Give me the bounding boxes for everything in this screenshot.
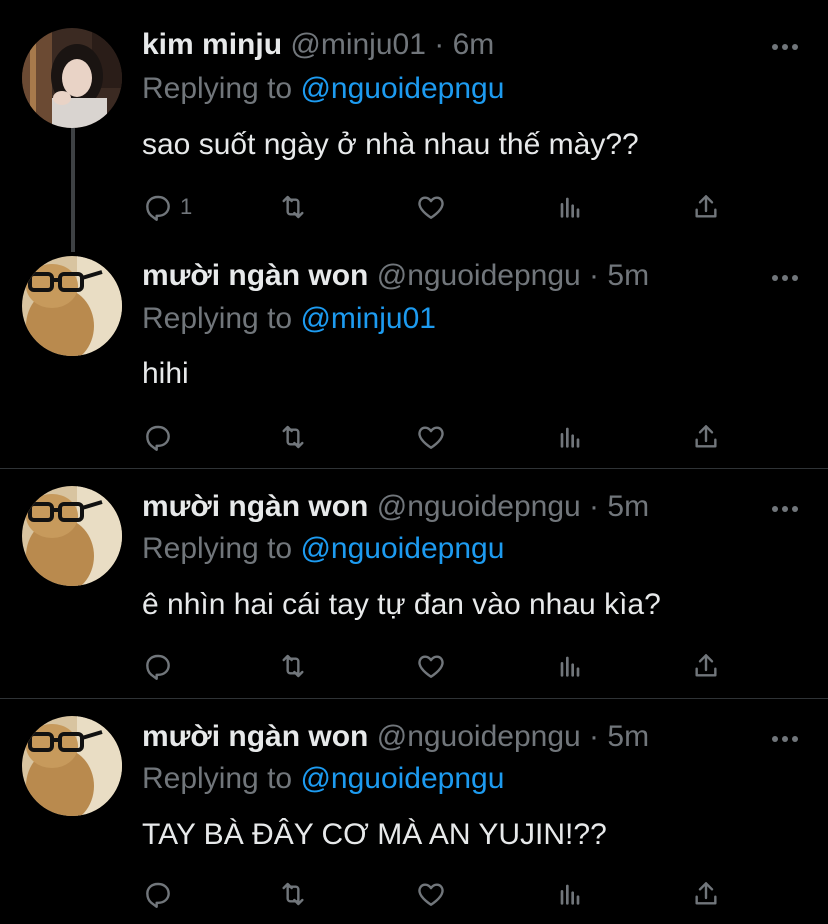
author-name[interactable]: kim minju: [142, 28, 282, 61]
separator-dot: ·: [589, 720, 600, 753]
replying-to-label: Replying to: [142, 302, 293, 335]
analytics-button[interactable]: [554, 649, 586, 683]
tweet-3[interactable]: mười ngàn won @nguoidepngu · 5m Replying…: [0, 469, 828, 699]
avatar-rabbit-glasses-icon: [22, 256, 122, 356]
more-options-icon[interactable]: [770, 503, 800, 515]
reply-icon: [146, 882, 170, 908]
heart-icon: [418, 655, 444, 678]
more-options-icon[interactable]: [770, 272, 800, 284]
like-button[interactable]: [415, 649, 447, 683]
replying-to-label: Replying to: [142, 532, 293, 565]
timestamp[interactable]: 5m: [607, 720, 649, 753]
tweet-text: ê nhìn hai cái tay tự đan vào nhau kìa?: [142, 588, 661, 621]
separator-dot: ·: [434, 28, 445, 61]
heart-icon: [418, 883, 444, 906]
tweet-text: TAY BÀ ĐÂY CƠ MÀ AN YUJIN!??: [142, 818, 607, 851]
share-icon: [695, 654, 717, 677]
timestamp[interactable]: 5m: [607, 259, 649, 292]
like-button[interactable]: [415, 420, 447, 454]
share-button[interactable]: [690, 190, 722, 224]
reply-button[interactable]: [142, 649, 180, 683]
tweet-text: sao suốt ngày ở nhà nhau thế mày??: [142, 128, 639, 161]
author-handle[interactable]: @minju01: [290, 28, 426, 61]
analytics-button[interactable]: [554, 190, 586, 224]
timestamp[interactable]: 5m: [607, 490, 649, 523]
analytics-button[interactable]: [554, 420, 586, 454]
reply-count: 1: [180, 194, 193, 219]
replying-to-mention[interactable]: @nguoidepngu: [300, 532, 504, 565]
retweet-button[interactable]: [276, 190, 310, 224]
replying-to-mention[interactable]: @nguoidepngu: [300, 762, 504, 795]
author-handle[interactable]: @nguoidepngu: [377, 720, 581, 753]
heart-icon: [418, 426, 444, 449]
tweet-actions: 1: [142, 190, 742, 224]
reply-button[interactable]: 1: [142, 190, 192, 224]
avatar-rabbit-glasses-icon: [22, 716, 122, 816]
share-icon: [695, 882, 717, 905]
retweet-button[interactable]: [276, 877, 310, 911]
like-button[interactable]: [415, 877, 447, 911]
analytics-button[interactable]: [554, 877, 586, 911]
retweet-icon: [282, 195, 304, 219]
share-icon: [695, 425, 717, 448]
avatar[interactable]: [22, 28, 122, 128]
share-icon: [695, 195, 717, 218]
author-name[interactable]: mười ngàn won: [142, 720, 368, 753]
replying-to: Replying to @nguoidepngu: [142, 531, 504, 567]
analytics-icon: [560, 884, 580, 905]
avatar[interactable]: [22, 256, 122, 356]
tweet-actions: [142, 877, 742, 911]
replying-to-label: Replying to: [142, 72, 293, 105]
tweet-2[interactable]: mười ngàn won @nguoidepngu · 5m Replying…: [0, 236, 828, 468]
author-handle[interactable]: @nguoidepngu: [377, 259, 581, 292]
timestamp[interactable]: 6m: [453, 28, 495, 61]
replying-to-mention[interactable]: @nguoidepngu: [300, 72, 504, 105]
tweet-actions: [142, 420, 742, 454]
tweet-4[interactable]: mười ngàn won @nguoidepngu · 5m Replying…: [0, 699, 828, 924]
like-button[interactable]: [415, 190, 447, 224]
tweet-text: hihi: [142, 357, 189, 390]
reply-button[interactable]: [142, 877, 180, 911]
retweet-button[interactable]: [276, 420, 310, 454]
retweet-icon: [282, 425, 304, 449]
avatar[interactable]: [22, 486, 122, 586]
reply-icon: [146, 195, 170, 221]
tweet-1[interactable]: kim minju @minju01 · 6m Replying to @ngu…: [0, 0, 828, 236]
replying-to-mention[interactable]: @minju01: [300, 302, 436, 335]
separator-dot: ·: [589, 259, 600, 292]
reply-icon: [146, 425, 170, 451]
replying-to: Replying to @nguoidepngu: [142, 761, 504, 797]
share-button[interactable]: [690, 420, 722, 454]
analytics-icon: [560, 656, 580, 677]
replying-to-label: Replying to: [142, 762, 293, 795]
author-name[interactable]: mười ngàn won: [142, 490, 368, 523]
author-name[interactable]: mười ngàn won: [142, 259, 368, 292]
reply-button[interactable]: [142, 420, 180, 454]
share-button[interactable]: [690, 649, 722, 683]
analytics-icon: [560, 427, 580, 448]
heart-icon: [418, 196, 444, 219]
replying-to: Replying to @minju01: [142, 301, 436, 337]
separator-dot: ·: [589, 490, 600, 523]
more-options-icon[interactable]: [770, 41, 800, 53]
avatar-rabbit-glasses-icon: [22, 486, 122, 586]
retweet-button[interactable]: [276, 649, 310, 683]
reply-icon: [146, 654, 170, 680]
share-button[interactable]: [690, 877, 722, 911]
analytics-icon: [560, 197, 580, 218]
retweet-icon: [282, 882, 304, 906]
tweet-actions: [142, 649, 742, 683]
author-handle[interactable]: @nguoidepngu: [377, 490, 581, 523]
retweet-icon: [282, 654, 304, 678]
replying-to: Replying to @nguoidepngu: [142, 71, 504, 107]
avatar[interactable]: [22, 716, 122, 816]
more-options-icon[interactable]: [770, 733, 800, 745]
avatar-photo-girl-icon: [22, 28, 122, 128]
